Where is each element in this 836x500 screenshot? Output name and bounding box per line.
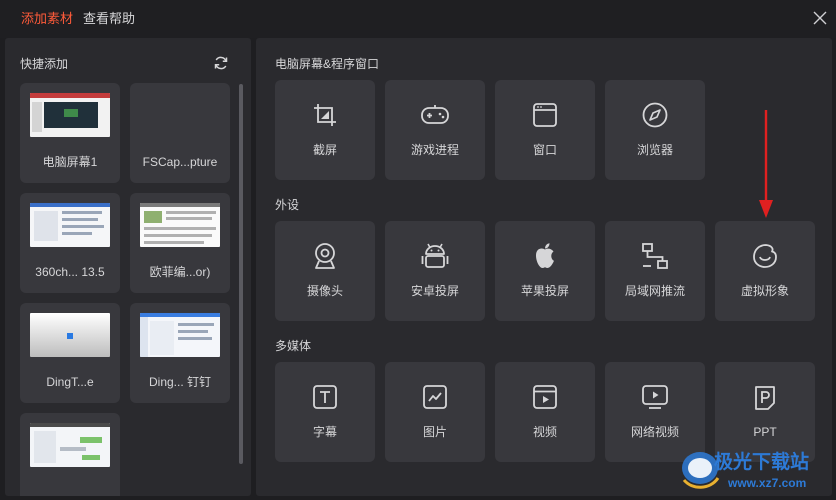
tile-label: 安卓投屏 bbox=[410, 284, 459, 298]
section-title-peripheral: 外设 bbox=[275, 198, 300, 212]
title-bar: 添加素材 查看帮助 bbox=[0, 0, 836, 38]
tile-video[interactable]: 视频 bbox=[495, 362, 595, 462]
quick-add-title: 快捷添加 bbox=[20, 57, 69, 71]
tile-label: 虚拟形象 bbox=[740, 284, 789, 298]
gamepad-icon bbox=[421, 105, 449, 124]
quick-item-label: Ding... 钉钉 bbox=[148, 375, 212, 389]
quick-item-fscapture[interactable]: FSCap...pture bbox=[130, 83, 230, 183]
quick-item-label: DingT...e bbox=[46, 375, 94, 389]
ppt-icon bbox=[755, 386, 775, 410]
tile-label: 视频 bbox=[532, 425, 557, 439]
network-icon bbox=[642, 243, 668, 269]
quick-item-ding[interactable]: Ding... 钉钉 bbox=[130, 303, 230, 403]
tile-label: 窗口 bbox=[532, 143, 557, 157]
apple-icon bbox=[536, 243, 554, 268]
section-title-screen: 电脑屏幕&程序窗口 bbox=[275, 57, 380, 71]
tile-label: 摄像头 bbox=[306, 284, 343, 298]
tile-label: 图片 bbox=[422, 425, 447, 439]
quick-item-label: 电脑屏幕1 bbox=[42, 155, 98, 169]
compass-icon bbox=[642, 102, 668, 128]
tile-window[interactable]: 窗口 bbox=[495, 80, 595, 180]
tile-webcam[interactable]: 摄像头 bbox=[275, 221, 375, 321]
avatar-icon bbox=[753, 244, 777, 268]
quick-item-chat[interactable] bbox=[20, 413, 120, 496]
quick-item-360[interactable]: 360ch... 13.5 bbox=[20, 193, 120, 293]
source-panel: 电脑屏幕&程序窗口 截屏 游戏进程 窗口 浏览器 外设 摄像头 安卓投屏 苹果投… bbox=[256, 38, 832, 496]
video-icon bbox=[533, 385, 557, 409]
thumbnail-image bbox=[140, 203, 220, 247]
section-title-multimedia: 多媒体 bbox=[275, 339, 312, 353]
refresh-icon[interactable] bbox=[213, 55, 229, 71]
tile-virtual-avatar[interactable]: 虚拟形象 bbox=[715, 221, 815, 321]
thumbnail-image bbox=[140, 313, 220, 357]
tile-label: 游戏进程 bbox=[410, 143, 459, 157]
tab-view-help[interactable]: 查看帮助 bbox=[83, 11, 135, 27]
thumbnail-image bbox=[30, 423, 110, 467]
tile-image[interactable]: 图片 bbox=[385, 362, 485, 462]
tile-label: 苹果投屏 bbox=[520, 284, 569, 298]
quick-item-editor[interactable]: 欧菲编...or) bbox=[130, 193, 230, 293]
tile-label: 浏览器 bbox=[636, 143, 673, 157]
scrollbar[interactable] bbox=[239, 84, 243, 464]
thumbnail-image bbox=[30, 93, 110, 137]
tile-label: 网络视频 bbox=[630, 425, 679, 439]
close-icon[interactable] bbox=[812, 10, 828, 26]
tile-android-cast[interactable]: 安卓投屏 bbox=[385, 221, 485, 321]
quick-item-label: 欧菲编...or) bbox=[149, 265, 211, 279]
window-icon bbox=[533, 103, 557, 127]
tile-screenshot[interactable]: 截屏 bbox=[275, 80, 375, 180]
tile-label: PPT bbox=[753, 425, 777, 439]
tab-add-material[interactable]: 添加素材 bbox=[21, 11, 73, 27]
image-icon bbox=[423, 385, 447, 409]
android-icon bbox=[421, 243, 449, 268]
online-video-icon bbox=[642, 385, 668, 409]
quick-item-screen1[interactable]: 电脑屏幕1 bbox=[20, 83, 120, 183]
quick-item-dingtalk[interactable]: DingT...e bbox=[20, 303, 120, 403]
thumbnail-image bbox=[30, 313, 110, 357]
tile-label: 截屏 bbox=[312, 143, 337, 157]
quick-add-panel: 快捷添加 电脑屏幕1 FSCap...pture 360ch... 13.5 欧… bbox=[5, 38, 251, 496]
tile-game-process[interactable]: 游戏进程 bbox=[385, 80, 485, 180]
quick-item-label: 360ch... 13.5 bbox=[35, 265, 105, 279]
tile-label: 局域网推流 bbox=[624, 284, 685, 298]
tile-apple-cast[interactable]: 苹果投屏 bbox=[495, 221, 595, 321]
tile-subtitle[interactable]: 字幕 bbox=[275, 362, 375, 462]
tile-lan-stream[interactable]: 局域网推流 bbox=[605, 221, 705, 321]
quick-item-label: FSCap...pture bbox=[142, 155, 218, 169]
thumbnail-image bbox=[30, 203, 110, 247]
screenshot-icon bbox=[314, 104, 336, 126]
tile-label: 字幕 bbox=[312, 425, 337, 439]
webcam-icon bbox=[315, 243, 335, 269]
tile-browser[interactable]: 浏览器 bbox=[605, 80, 705, 180]
annotation-arrow-icon bbox=[759, 110, 773, 218]
subtitle-icon bbox=[313, 385, 337, 409]
watermark-text: 极光下载站 bbox=[714, 452, 810, 473]
watermark-url: www.xz7.com bbox=[728, 476, 807, 490]
